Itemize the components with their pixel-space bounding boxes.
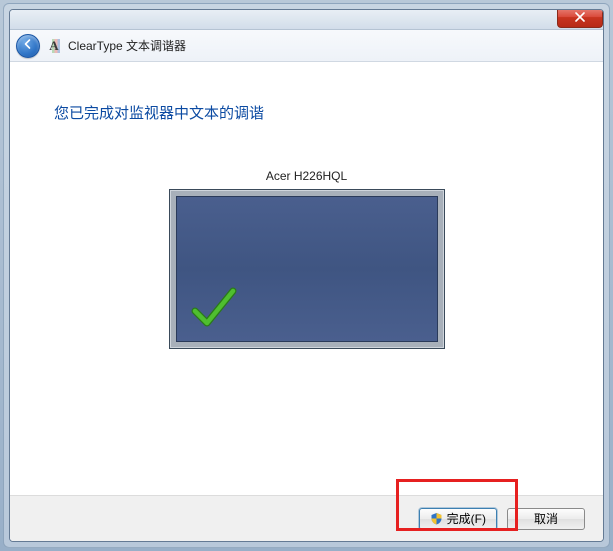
monitor-frame — [169, 189, 445, 349]
finish-button-label: 完成(F) — [447, 510, 486, 527]
cancel-button-label: 取消 — [534, 510, 558, 527]
footer-bar: 完成(F) 取消 — [10, 495, 603, 541]
finish-button[interactable]: 完成(F) — [419, 508, 497, 530]
checkmark-icon — [189, 281, 239, 331]
header-title: ClearType 文本调谐器 — [68, 37, 186, 54]
close-icon — [575, 11, 585, 25]
monitor-screen — [176, 196, 438, 342]
monitor-name-label: Acer H226HQL — [54, 169, 559, 183]
back-button[interactable] — [16, 34, 40, 58]
app-icon: A — [46, 38, 62, 54]
close-button[interactable] — [557, 9, 603, 28]
cancel-button[interactable]: 取消 — [507, 508, 585, 530]
monitor-block: Acer H226HQL — [54, 169, 559, 349]
titlebar — [10, 10, 603, 30]
arrow-left-icon — [22, 38, 34, 53]
shield-icon — [430, 512, 443, 525]
dialog-window: A ClearType 文本调谐器 您已完成对监视器中文本的调谐 Acer H2… — [9, 9, 604, 542]
header-bar: A ClearType 文本调谐器 — [10, 30, 603, 62]
window-chrome: A ClearType 文本调谐器 您已完成对监视器中文本的调谐 Acer H2… — [3, 3, 610, 548]
page-heading: 您已完成对监视器中文本的调谐 — [54, 102, 559, 123]
content-area: 您已完成对监视器中文本的调谐 Acer H226HQL — [10, 62, 603, 495]
